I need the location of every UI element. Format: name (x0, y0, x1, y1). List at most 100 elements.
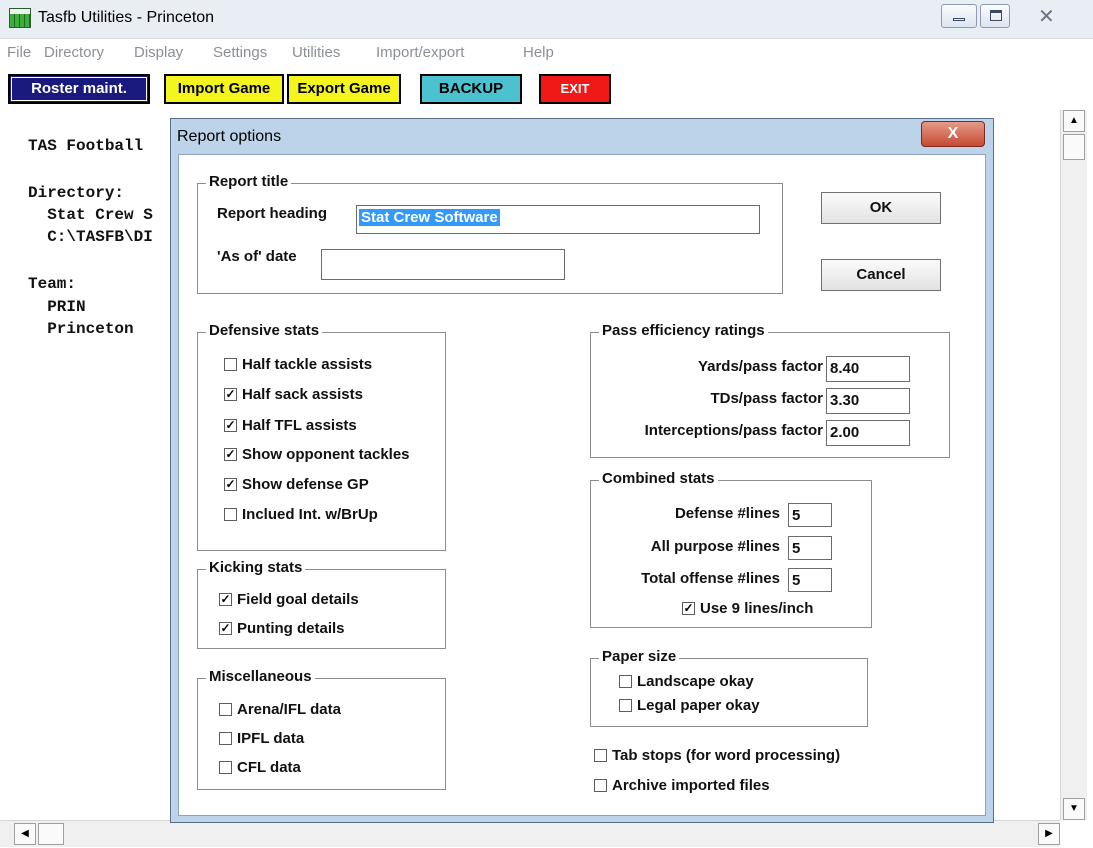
group-title: Defensive stats (206, 322, 323, 339)
combined-stats-group: Combined stats Defense #lines 5 All purp… (590, 470, 872, 628)
dialog-close-button[interactable]: X (921, 121, 985, 147)
group-title: Miscellaneous (206, 668, 315, 685)
report-options-dialog: Report options X Report title Report hea… (170, 118, 994, 823)
checkbox-box: ✓ (682, 601, 695, 615)
as-of-date-input[interactable] (321, 249, 565, 280)
checkbox-label: Field goal details (237, 591, 359, 608)
yards-pass-factor-label: Yards/pass factor (697, 358, 823, 375)
checkbox-box: ✓ (219, 592, 232, 606)
menu-help[interactable]: Help (523, 44, 554, 61)
defense-lines-label: Defense #lines (674, 505, 780, 522)
interceptions-pass-factor-input[interactable]: 2.00 (826, 420, 910, 446)
h-scroll-thumb[interactable] (38, 823, 64, 845)
checkbox-box (619, 675, 632, 688)
tds-pass-factor-value: 3.30 (830, 392, 860, 409)
bg-team-label: Team: (28, 275, 77, 293)
checkbox-label: Half tackle assists (242, 356, 373, 373)
group-title: Kicking stats (206, 559, 306, 576)
checkbox-label: Tab stops (for word processing) (612, 747, 841, 764)
checkbox-label: Punting details (237, 620, 345, 637)
window-title: Tasfb Utilities - Princeton (38, 9, 215, 26)
checkbox-label: Legal paper okay (637, 697, 760, 714)
checkbox-box: ✓ (224, 447, 237, 461)
group-title: Report title (206, 173, 292, 190)
checkbox-box (594, 749, 607, 762)
checkbox-label: Show opponent tackles (242, 446, 410, 463)
report-heading-label: Report heading (217, 205, 328, 222)
ok-button[interactable]: OK (821, 192, 941, 224)
menu-utilities[interactable]: Utilities (292, 44, 340, 61)
checkbox-box (224, 508, 237, 521)
minimize-button[interactable] (941, 4, 977, 28)
bg-team-name: Princeton (28, 320, 134, 338)
defense-lines-input[interactable]: 5 (788, 503, 832, 527)
all-purpose-lines-value: 5 (792, 540, 801, 557)
group-title: Pass efficiency ratings (599, 322, 768, 339)
import-game-button[interactable]: Import Game (164, 74, 284, 104)
checkbox-label: Half TFL assists (242, 417, 357, 434)
total-offense-lines-label: Total offense #lines (641, 570, 780, 587)
defensive-stats-group: Defensive stats Half tackle assists ✓ Ha… (197, 322, 446, 551)
maximize-button[interactable] (980, 4, 1010, 28)
checkbox-box: ✓ (224, 418, 237, 432)
exit-button[interactable]: EXIT (539, 74, 611, 104)
interceptions-pass-factor-value: 2.00 (830, 424, 860, 441)
interceptions-pass-factor-label: Interceptions/pass factor (644, 422, 823, 439)
title-bar: Tasfb Utilities - Princeton ✕ (0, 0, 1093, 39)
checkbox-label: Arena/IFL data (237, 701, 341, 718)
checkbox-label: Archive imported files (612, 777, 770, 794)
paper-size-group: Paper size Landscape okay Legal paper ok… (590, 648, 868, 727)
total-offense-lines-value: 5 (792, 572, 801, 589)
cancel-button[interactable]: Cancel (821, 259, 941, 291)
report-heading-value: Stat Crew Software (359, 209, 500, 226)
vertical-scrollbar[interactable]: ▲ ▼ (1060, 110, 1087, 820)
tds-pass-factor-input[interactable]: 3.30 (826, 388, 910, 414)
menu-import-export[interactable]: Import/export (376, 44, 464, 61)
bg-team-code: PRIN (28, 298, 86, 316)
checkbox-box (594, 779, 607, 792)
scroll-down-icon[interactable]: ▼ (1063, 798, 1085, 820)
all-purpose-lines-input[interactable]: 5 (788, 536, 832, 560)
scroll-right-icon[interactable]: ▶ (1038, 823, 1060, 845)
menu-settings[interactable]: Settings (213, 44, 267, 61)
yards-pass-factor-input[interactable]: 8.40 (826, 356, 910, 382)
checkbox-box (619, 699, 632, 712)
checkbox-label: Inclued Int. w/BrUp (242, 506, 378, 523)
roster-maint-button[interactable]: Roster maint. (8, 74, 150, 104)
menu-bar: File Directory Display Settings Utilitie… (0, 39, 1093, 69)
bg-directory-label: Directory: (28, 184, 125, 202)
checkbox-box: ✓ (219, 621, 232, 635)
checkbox-box: ✓ (224, 477, 237, 491)
checkbox-box (219, 703, 232, 716)
horizontal-scrollbar[interactable]: ◀ ▶ (0, 820, 1060, 847)
group-title: Combined stats (599, 470, 718, 487)
checkbox-label: Landscape okay (637, 673, 754, 690)
dialog-body: Report title Report heading Stat Crew So… (178, 154, 986, 816)
menu-display[interactable]: Display (134, 44, 183, 61)
checkbox-box: ✓ (224, 387, 237, 401)
pass-efficiency-group: Pass efficiency ratings Yards/pass facto… (590, 322, 950, 458)
all-purpose-lines-label: All purpose #lines (650, 538, 780, 555)
export-game-button[interactable]: Export Game (287, 74, 401, 104)
bg-heading: TAS Football (28, 137, 144, 155)
miscellaneous-group: Miscellaneous Arena/IFL data IPFL data C… (197, 668, 446, 790)
scroll-up-icon[interactable]: ▲ (1063, 110, 1085, 132)
backup-button[interactable]: BACKUP (420, 74, 522, 104)
report-title-group: Report title Report heading Stat Crew So… (197, 173, 783, 294)
menu-directory[interactable]: Directory (44, 44, 104, 61)
menu-file[interactable]: File (7, 44, 31, 61)
app-grid-icon (9, 8, 31, 28)
checkbox-box (224, 358, 237, 371)
defense-lines-value: 5 (792, 507, 801, 524)
checkbox-box (219, 732, 232, 745)
bg-directory-path: C:\TASFB\DI (28, 228, 153, 246)
scroll-thumb[interactable] (1063, 134, 1085, 160)
dialog-title: Report options (177, 128, 282, 145)
group-title: Paper size (599, 648, 680, 665)
checkbox-label: Show defense GP (242, 476, 369, 493)
scroll-left-icon[interactable]: ◀ (14, 823, 36, 845)
checkbox-label: IPFL data (237, 730, 305, 747)
close-icon[interactable]: ✕ (1038, 4, 1055, 29)
report-heading-input[interactable]: Stat Crew Software (356, 205, 760, 234)
total-offense-lines-input[interactable]: 5 (788, 568, 832, 592)
